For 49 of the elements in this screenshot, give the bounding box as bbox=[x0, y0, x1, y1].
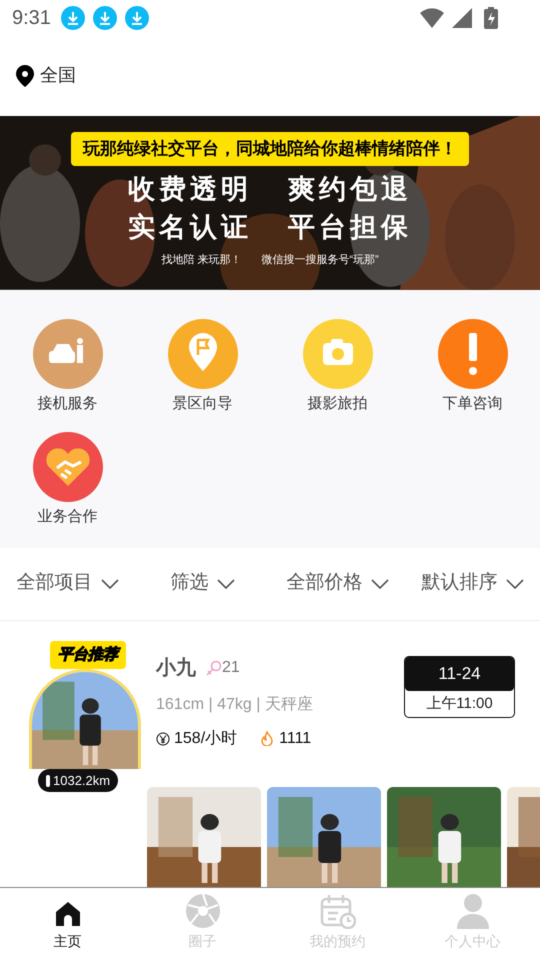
location-label[interactable]: 全国 bbox=[40, 62, 76, 90]
download-icon bbox=[92, 6, 117, 30]
banner-slogan: 实名认证 bbox=[128, 210, 252, 245]
distance-text: 1032.2km bbox=[53, 772, 110, 790]
banner-footer-text: 微信搜一搜服务号“玩那” bbox=[261, 252, 379, 268]
user-stats: 161cm | 47kg | 天秤座 bbox=[156, 694, 313, 715]
download-icon bbox=[124, 6, 149, 30]
female-icon bbox=[206, 660, 222, 676]
filter-dropdown[interactable]: 全部项目 bbox=[0, 569, 135, 598]
filter-dropdown[interactable]: 筛选 bbox=[135, 569, 270, 598]
flame-icon bbox=[261, 731, 274, 746]
chevron-down-icon bbox=[100, 578, 118, 589]
service-label[interactable]: 景区向导 bbox=[172, 393, 232, 416]
user-name: 小九 bbox=[156, 656, 196, 681]
yen-icon bbox=[156, 732, 170, 746]
battery-icon bbox=[484, 6, 498, 29]
user-age: 21 bbox=[222, 658, 240, 678]
handshake-icon[interactable] bbox=[32, 432, 102, 502]
service-label[interactable]: 业务合作 bbox=[38, 506, 98, 528]
flag-icon[interactable] bbox=[168, 319, 238, 390]
recommend-badge: 平台推荐 bbox=[50, 640, 126, 669]
wifi-icon bbox=[420, 8, 444, 28]
chevron-down-icon bbox=[216, 578, 234, 589]
calendar-icon bbox=[320, 893, 356, 929]
car-icon[interactable] bbox=[32, 319, 102, 390]
alert-icon[interactable] bbox=[438, 319, 508, 390]
status-time: 9:31 bbox=[12, 6, 51, 31]
camera-icon[interactable] bbox=[302, 319, 372, 390]
appointment-time: 上午11:00 bbox=[425, 694, 494, 714]
service-label[interactable]: 接机服务 bbox=[38, 393, 98, 416]
chevron-down-icon bbox=[506, 578, 524, 589]
chevron-down-icon bbox=[370, 578, 388, 589]
banner-headline: 玩那纯绿社交平台，同城地陪给你超棒情绪陪伴！ bbox=[71, 132, 469, 166]
signal-icon bbox=[452, 8, 472, 28]
location-pin-icon bbox=[16, 64, 34, 87]
filter-dropdown[interactable]: 默认排序 bbox=[405, 569, 540, 598]
nav-tab[interactable]: 主页 bbox=[0, 888, 135, 960]
banner-footer-text: 找地陪 来玩那！ bbox=[161, 252, 242, 268]
service-label[interactable]: 摄影旅拍 bbox=[308, 393, 368, 416]
filter-dropdown[interactable]: 全部价格 bbox=[270, 569, 405, 598]
banner-slogan: 平台担保 bbox=[288, 210, 412, 245]
banner-slogan: 收费透明 bbox=[128, 172, 252, 207]
service-label[interactable]: 下单咨询 bbox=[442, 393, 502, 416]
popularity-count: 1111 bbox=[279, 728, 312, 749]
appointment-date: 11-24 bbox=[405, 656, 514, 691]
download-icon bbox=[60, 6, 85, 30]
aperture-icon bbox=[184, 893, 220, 929]
price-text: 158/小时 bbox=[174, 728, 238, 749]
banner-slogan: 爽约包退 bbox=[288, 172, 412, 207]
